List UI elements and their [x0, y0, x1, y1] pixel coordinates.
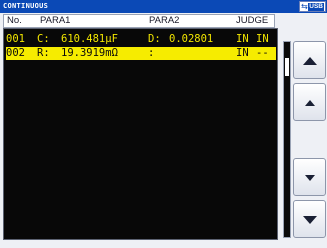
- row-number: 001: [6, 33, 25, 45]
- usb-label: USB: [308, 3, 324, 11]
- triangle-down-large-icon: [303, 216, 317, 224]
- table-header: No. PARA1 PARA2 JUDGE: [3, 14, 275, 28]
- usb-icon: ⇆: [301, 2, 308, 11]
- screen-title: CONTINUOUS: [3, 2, 49, 10]
- line-down-button[interactable]: [293, 158, 326, 196]
- table-row[interactable]: 001 C: 610.481μF D: 0.02801 IN IN: [6, 33, 276, 46]
- usb-indicator: ⇆ USB: [299, 1, 326, 12]
- instrument-screen: CONTINUOUS ⇆ USB No. PARA1 PARA2 JUDGE 0…: [0, 0, 327, 248]
- judge1: IN: [236, 47, 249, 59]
- page-down-button[interactable]: [293, 200, 326, 238]
- para1-label: R:: [37, 47, 50, 59]
- row-number: 002: [6, 47, 25, 59]
- judge1: IN: [236, 33, 249, 45]
- scrollbar[interactable]: [283, 41, 291, 238]
- para2-label: D:: [148, 33, 161, 45]
- col-para1: PARA1: [40, 15, 71, 26]
- col-no: No.: [7, 15, 22, 26]
- line-up-button[interactable]: [293, 83, 326, 121]
- measurement-table: 001 C: 610.481μF D: 0.02801 IN IN 002 R:…: [3, 28, 278, 240]
- scrollbar-thumb[interactable]: [285, 58, 289, 76]
- table-row-selected[interactable]: 002 R: 19.3919mΩ : IN --: [6, 47, 276, 60]
- judge2: IN: [256, 33, 269, 45]
- judge2: --: [256, 47, 269, 59]
- para2-value: 0.02801: [169, 33, 214, 45]
- para1-value: 610.481μF: [61, 33, 118, 45]
- page-up-button[interactable]: [293, 41, 326, 79]
- col-judge: JUDGE: [236, 15, 269, 26]
- triangle-up-large-icon: [303, 57, 317, 65]
- triangle-up-small-icon: [305, 100, 315, 106]
- para2-label: :: [148, 47, 155, 59]
- para1-label: C:: [37, 33, 50, 45]
- title-bar: CONTINUOUS ⇆ USB: [0, 0, 327, 13]
- para1-value: 19.3919mΩ: [61, 47, 118, 59]
- triangle-down-small-icon: [305, 175, 315, 181]
- col-para2: PARA2: [149, 15, 180, 26]
